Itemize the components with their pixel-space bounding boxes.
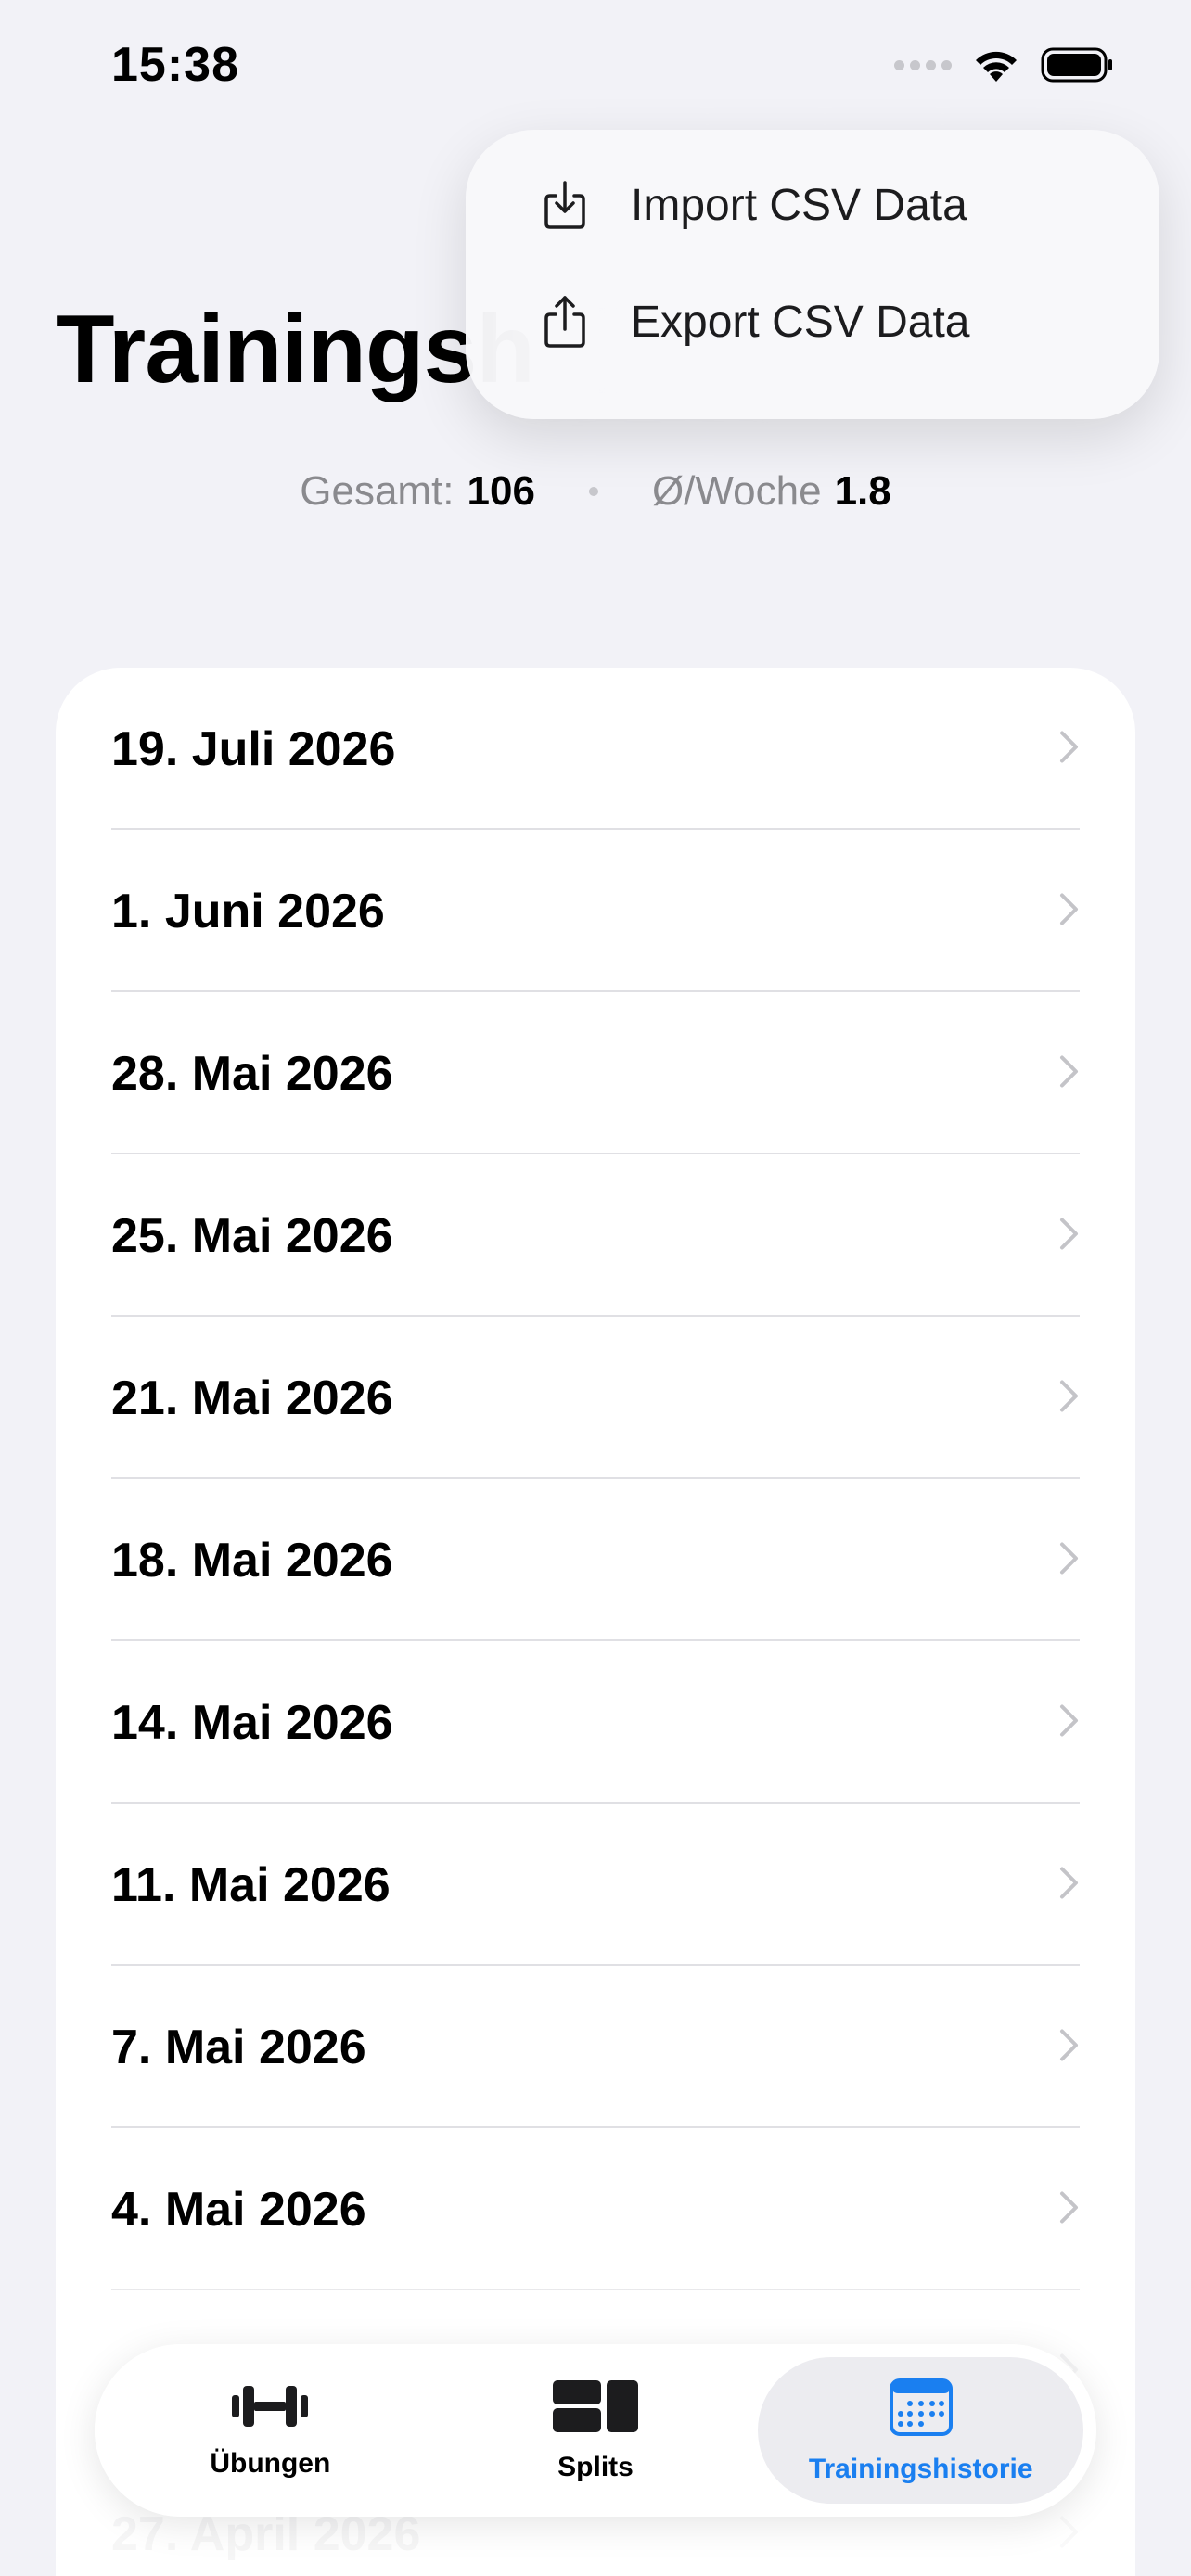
history-row-label: 11. Mai 2026	[111, 1857, 391, 1912]
share-export-icon	[540, 294, 590, 350]
chevron-right-icon	[1059, 2190, 1080, 2228]
stats-separator	[588, 487, 598, 496]
total-label: Gesamt:	[300, 468, 455, 514]
tab-label: Trainingshistorie	[808, 2453, 1033, 2484]
history-row[interactable]: 1. Juni 2026	[56, 830, 1135, 992]
history-row[interactable]: 28. Mai 2026	[56, 992, 1135, 1154]
dumbbell-icon	[228, 2382, 312, 2435]
stats-summary: Gesamt: 106 Ø/Woche 1.8	[0, 468, 1191, 515]
page-title: Trainingsh	[56, 296, 535, 403]
splits-grid-icon	[551, 2378, 640, 2439]
history-row[interactable]: 11. Mai 2026	[56, 1804, 1135, 1966]
chevron-right-icon	[1059, 2028, 1080, 2066]
export-csv-menu-item[interactable]: Export CSV Data	[466, 263, 1159, 380]
menu-item-label: Import CSV Data	[631, 180, 967, 230]
csv-options-menu: Import CSV Data Export CSV Data	[466, 130, 1159, 419]
history-row-label: 7. Mai 2026	[111, 2020, 366, 2074]
history-row[interactable]: 18. Mai 2026	[56, 1479, 1135, 1641]
tab-splits[interactable]: Splits	[433, 2357, 759, 2504]
history-row-label: 25. Mai 2026	[111, 1208, 393, 1263]
calendar-icon	[889, 2377, 953, 2441]
battery-icon	[1041, 46, 1115, 83]
history-row-label: 4. Mai 2026	[111, 2182, 366, 2237]
history-row-label: 14. Mai 2026	[111, 1695, 393, 1750]
status-icons	[894, 46, 1115, 83]
import-tray-icon	[540, 179, 590, 231]
history-row[interactable]: 25. Mai 2026	[56, 1154, 1135, 1317]
tab-trainingshistorie[interactable]: Trainingshistorie	[758, 2357, 1084, 2504]
chevron-right-icon	[1059, 1054, 1080, 1092]
import-csv-menu-item[interactable]: Import CSV Data	[466, 147, 1159, 263]
history-row-label: 1. Juni 2026	[111, 884, 385, 938]
chevron-right-icon	[1059, 730, 1080, 768]
chevron-right-icon	[1059, 1703, 1080, 1741]
history-row[interactable]: 4. Mai 2026	[56, 2128, 1135, 2290]
history-row-label: 18. Mai 2026	[111, 1533, 393, 1588]
tab-bar: Übungen Splits Trainingshistorie	[95, 2344, 1096, 2517]
total-value: 106	[467, 468, 535, 514]
history-row-label: 19. Juli 2026	[111, 721, 396, 776]
tab-label: Übungen	[210, 2447, 331, 2479]
chevron-right-icon	[1059, 1541, 1080, 1579]
chevron-right-icon	[1059, 1217, 1080, 1255]
chevron-right-icon	[1059, 1866, 1080, 1904]
chevron-right-icon	[1059, 2515, 1080, 2553]
cellular-signal-icon	[894, 59, 952, 70]
history-list: 19. Juli 2026 1. Juni 2026 28. Mai 2026 …	[56, 668, 1135, 2576]
history-row[interactable]: 19. Juli 2026	[56, 668, 1135, 830]
history-row[interactable]: 7. Mai 2026	[56, 1966, 1135, 2128]
status-bar: 15:38	[0, 0, 1191, 139]
tab-label: Splits	[557, 2451, 634, 2482]
menu-item-label: Export CSV Data	[631, 297, 970, 347]
history-row-label: 28. Mai 2026	[111, 1046, 393, 1101]
chevron-right-icon	[1059, 1379, 1080, 1417]
history-row[interactable]: 14. Mai 2026	[56, 1641, 1135, 1804]
tab-uebungen[interactable]: Übungen	[108, 2357, 433, 2504]
weekly-value: 1.8	[834, 468, 891, 514]
chevron-right-icon	[1059, 892, 1080, 930]
wifi-icon	[972, 46, 1020, 83]
history-row-label: 21. Mai 2026	[111, 1371, 393, 1425]
status-time: 15:38	[111, 38, 239, 92]
history-row[interactable]: 21. Mai 2026	[56, 1317, 1135, 1479]
weekly-label: Ø/Woche	[651, 468, 822, 514]
